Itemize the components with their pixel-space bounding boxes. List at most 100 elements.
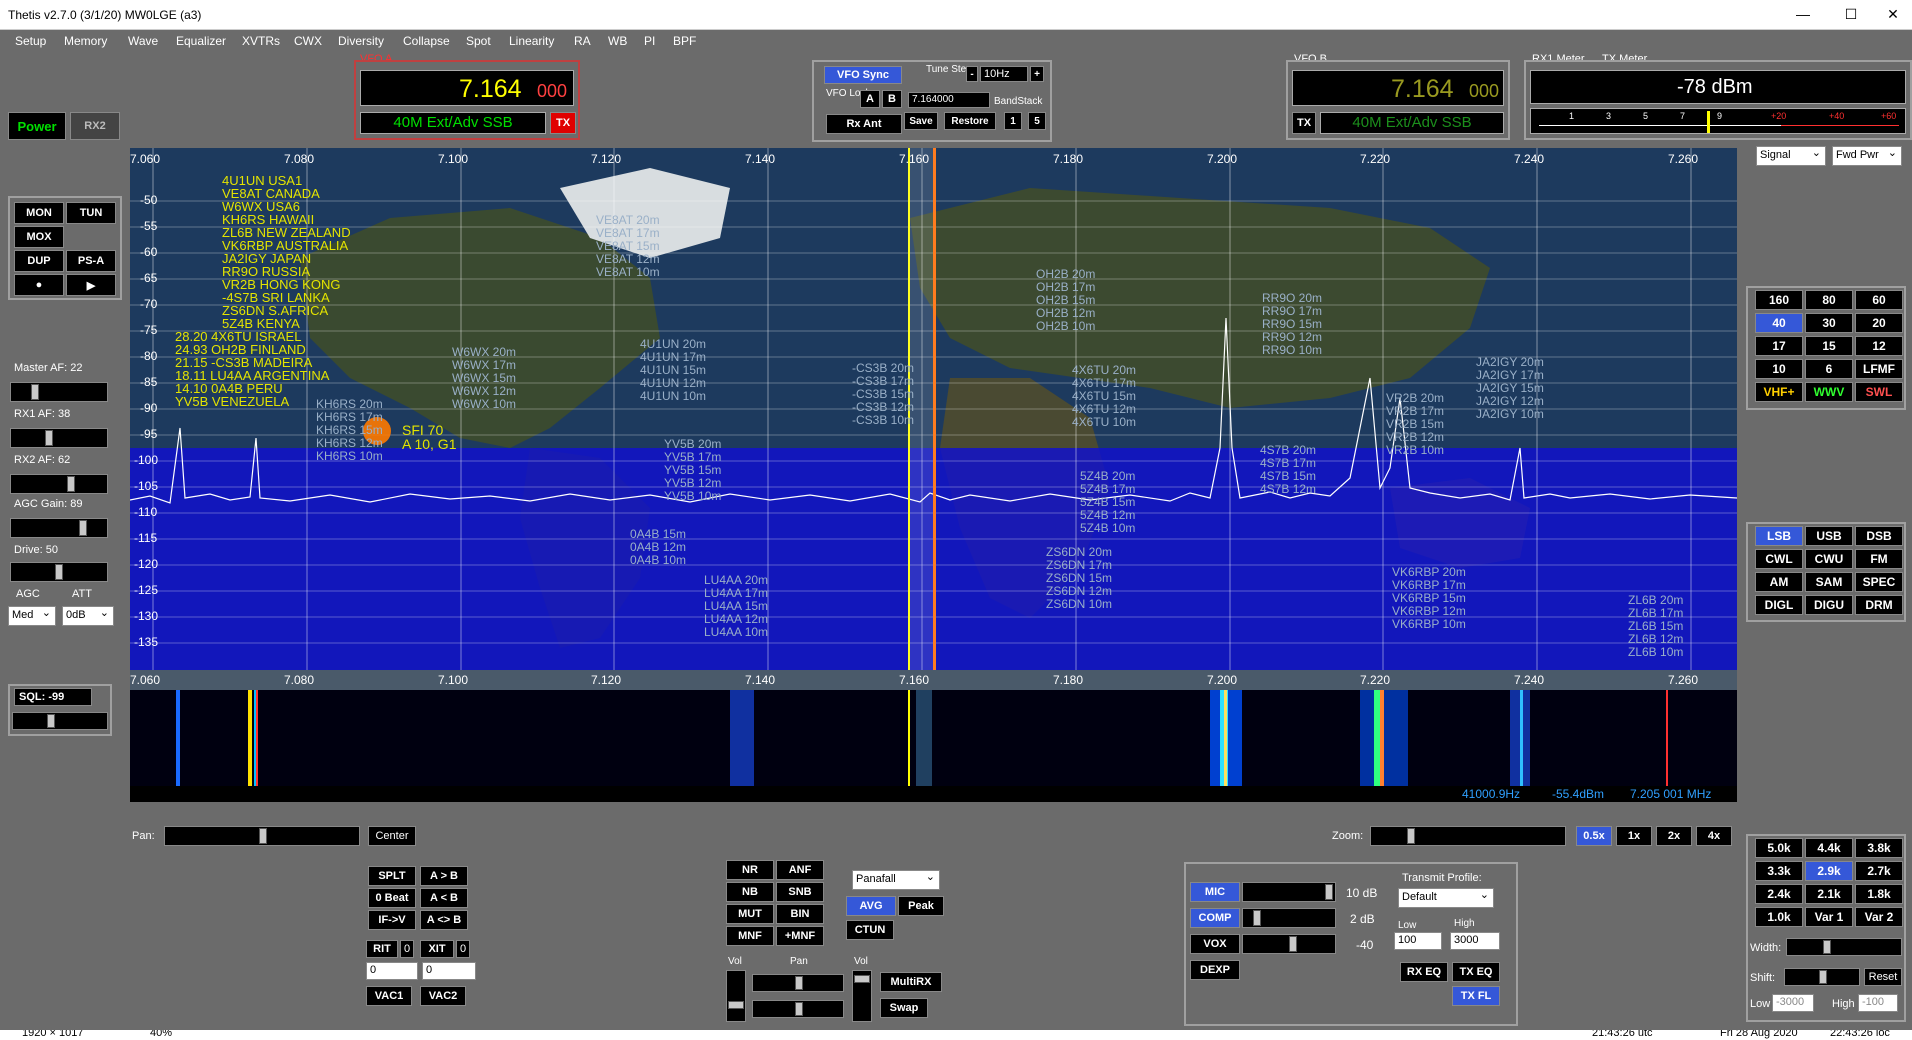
filter-1-8k[interactable]: 1.8k: [1855, 884, 1903, 904]
filter-2-7k[interactable]: 2.7k: [1855, 861, 1903, 881]
b-to-a-button[interactable]: A < B: [420, 888, 468, 908]
band-80[interactable]: 80: [1805, 290, 1853, 310]
spot-vr2b[interactable]: VR2B 20m VR2B 17m VR2B 15m VR2B 12m VR2B…: [1386, 392, 1444, 457]
swap-button[interactable]: Swap: [880, 998, 928, 1018]
bin-button[interactable]: BIN: [776, 904, 824, 924]
mnf-button[interactable]: MNF: [726, 926, 774, 946]
filter-width-slider[interactable]: [1786, 938, 1902, 956]
vfo-a-display[interactable]: 7.164 000: [360, 70, 574, 106]
menu-linearity[interactable]: Linearity: [509, 34, 554, 48]
xit-button[interactable]: XIT: [420, 940, 454, 958]
tx-high-input[interactable]: 3000: [1450, 932, 1500, 950]
menu-diversity[interactable]: Diversity: [338, 34, 384, 48]
rx1-af-slider[interactable]: [10, 428, 108, 448]
spot-zl6b[interactable]: ZL6B 20m ZL6B 17m ZL6B 15m ZL6B 12m ZL6B…: [1628, 594, 1683, 659]
band-vhf[interactable]: VHF+: [1755, 382, 1803, 402]
tune-step-value[interactable]: 10Hz: [980, 66, 1028, 82]
center-button[interactable]: Center: [368, 826, 416, 846]
mode-fm[interactable]: FM: [1855, 549, 1903, 569]
spot-w6wx[interactable]: W6WX 20m W6WX 17m W6WX 15m W6WX 12m W6WX…: [452, 346, 516, 411]
agc-select[interactable]: Med: [8, 606, 56, 626]
comp-slider[interactable]: [1242, 908, 1336, 928]
filter-2-9k[interactable]: 2.9k: [1805, 861, 1853, 881]
band-15[interactable]: 15: [1805, 336, 1853, 356]
zoom-0-5x[interactable]: 0.5x: [1576, 826, 1612, 846]
mode-dsb[interactable]: DSB: [1855, 526, 1903, 546]
band-17[interactable]: 17: [1755, 336, 1803, 356]
vac1-button[interactable]: VAC1: [366, 986, 412, 1006]
a-to-b-button[interactable]: A > B: [420, 866, 468, 886]
vfo-a-tx-button[interactable]: TX: [550, 112, 576, 134]
spot-4s7b[interactable]: 4S7B 20m 4S7B 17m 4S7B 15m 4S7B 12m: [1260, 444, 1316, 496]
rit-button[interactable]: RIT: [366, 940, 398, 958]
filter-reset-button[interactable]: Reset: [1864, 968, 1902, 986]
tx-fl-button[interactable]: TX FL: [1452, 986, 1500, 1006]
spot-lu4aa[interactable]: LU4AA 20m LU4AA 17m LU4AA 15m LU4AA 12m …: [704, 574, 768, 639]
freq-entry[interactable]: 7.164000: [908, 92, 990, 108]
ctun-button[interactable]: CTUN: [846, 920, 894, 940]
spot-ve8at[interactable]: VE8AT 20m VE8AT 17m VE8AT 15m VE8AT 12m …: [596, 214, 660, 279]
vfo-lock-a[interactable]: A: [860, 90, 880, 108]
band-60[interactable]: 60: [1855, 290, 1903, 310]
filter-low-input[interactable]: -3000: [1772, 994, 1814, 1012]
spot-4x6tu[interactable]: 4X6TU 20m 4X6TU 17m 4X6TU 15m 4X6TU 12m …: [1072, 364, 1136, 429]
zoom-4x[interactable]: 4x: [1696, 826, 1732, 846]
spot-rr9o[interactable]: RR9O 20m RR9O 17m RR9O 15m RR9O 12m RR9O…: [1262, 292, 1322, 357]
vfo-b-display[interactable]: 7.164 000: [1292, 70, 1504, 106]
mon-button[interactable]: MON: [14, 202, 64, 224]
power-button[interactable]: Power: [8, 112, 66, 140]
filter-4-4k[interactable]: 4.4k: [1805, 838, 1853, 858]
mode-usb[interactable]: USB: [1805, 526, 1853, 546]
master-af-slider[interactable]: [10, 382, 108, 402]
tune-step-minus[interactable]: -: [966, 66, 978, 82]
mut-button[interactable]: MUT: [726, 904, 774, 924]
a-swap-b-button[interactable]: A <> B: [420, 910, 468, 930]
vox-button[interactable]: VOX: [1190, 934, 1240, 954]
vol-slider-rx2[interactable]: [852, 970, 872, 1022]
mode-drm[interactable]: DRM: [1855, 595, 1903, 615]
mode-cwu[interactable]: CWU: [1805, 549, 1853, 569]
filter-2-4k[interactable]: 2.4k: [1755, 884, 1803, 904]
band-160[interactable]: 160: [1755, 290, 1803, 310]
zoom-1x[interactable]: 1x: [1616, 826, 1652, 846]
splt-button[interactable]: SPLT: [368, 866, 416, 886]
menu-equalizer[interactable]: Equalizer: [176, 34, 226, 48]
spot-0a4b[interactable]: 0A4B 15m 0A4B 12m 0A4B 10m: [630, 528, 686, 567]
minimize-button[interactable]: —: [1780, 0, 1826, 30]
mode-am[interactable]: AM: [1755, 572, 1803, 592]
band-10[interactable]: 10: [1755, 359, 1803, 379]
vfo-lock-b[interactable]: B: [882, 90, 902, 108]
mode-digu[interactable]: DIGU: [1805, 595, 1853, 615]
spot-yv5b[interactable]: YV5B 20m YV5B 17m YV5B 15m YV5B 12m YV5B…: [664, 438, 721, 503]
tx-meter-select[interactable]: Fwd Pwr: [1832, 146, 1902, 166]
menu-collapse[interactable]: Collapse: [403, 34, 450, 48]
bandstack-1[interactable]: 1: [1004, 112, 1022, 130]
close-button[interactable]: ✕: [1870, 0, 1912, 30]
menu-memory[interactable]: Memory: [64, 34, 107, 48]
mode-sam[interactable]: SAM: [1805, 572, 1853, 592]
pan-slider-rx1[interactable]: [752, 974, 844, 992]
comp-button[interactable]: COMP: [1190, 908, 1240, 928]
band-swl[interactable]: SWL: [1855, 382, 1903, 402]
filter-var2[interactable]: Var 2: [1855, 907, 1903, 927]
snb-button[interactable]: SNB: [776, 882, 824, 902]
menu-setup[interactable]: Setup: [15, 34, 46, 48]
att-select[interactable]: 0dB: [62, 606, 114, 626]
filter-1-0k[interactable]: 1.0k: [1755, 907, 1803, 927]
mic-button[interactable]: MIC: [1190, 882, 1240, 902]
vfo-b-tx-button[interactable]: TX: [1292, 112, 1316, 134]
menu-xvtrs[interactable]: XVTRs: [242, 34, 280, 48]
spot-cs3b[interactable]: -CS3B 20m -CS3B 17m -CS3B 15m -CS3B 12m …: [852, 362, 914, 427]
band-20[interactable]: 20: [1855, 313, 1903, 333]
pan-slider-rx2[interactable]: [752, 1000, 844, 1018]
menu-pi[interactable]: PI: [644, 34, 655, 48]
rx-meter-select[interactable]: Signal: [1756, 146, 1826, 166]
filter-high-input[interactable]: -100: [1858, 994, 1898, 1012]
panadapter[interactable]: 4U1UN USA1 VE8AT CANADA W6WX USA6 KH6RS HA…: [130, 148, 1737, 670]
plus-mnf-button[interactable]: +MNF: [776, 926, 824, 946]
menu-ra[interactable]: RA: [574, 34, 591, 48]
menu-wb[interactable]: WB: [608, 34, 627, 48]
filter-shift-slider[interactable]: [1784, 968, 1860, 986]
band-40[interactable]: 40: [1755, 313, 1803, 333]
vox-slider[interactable]: [1242, 934, 1336, 954]
